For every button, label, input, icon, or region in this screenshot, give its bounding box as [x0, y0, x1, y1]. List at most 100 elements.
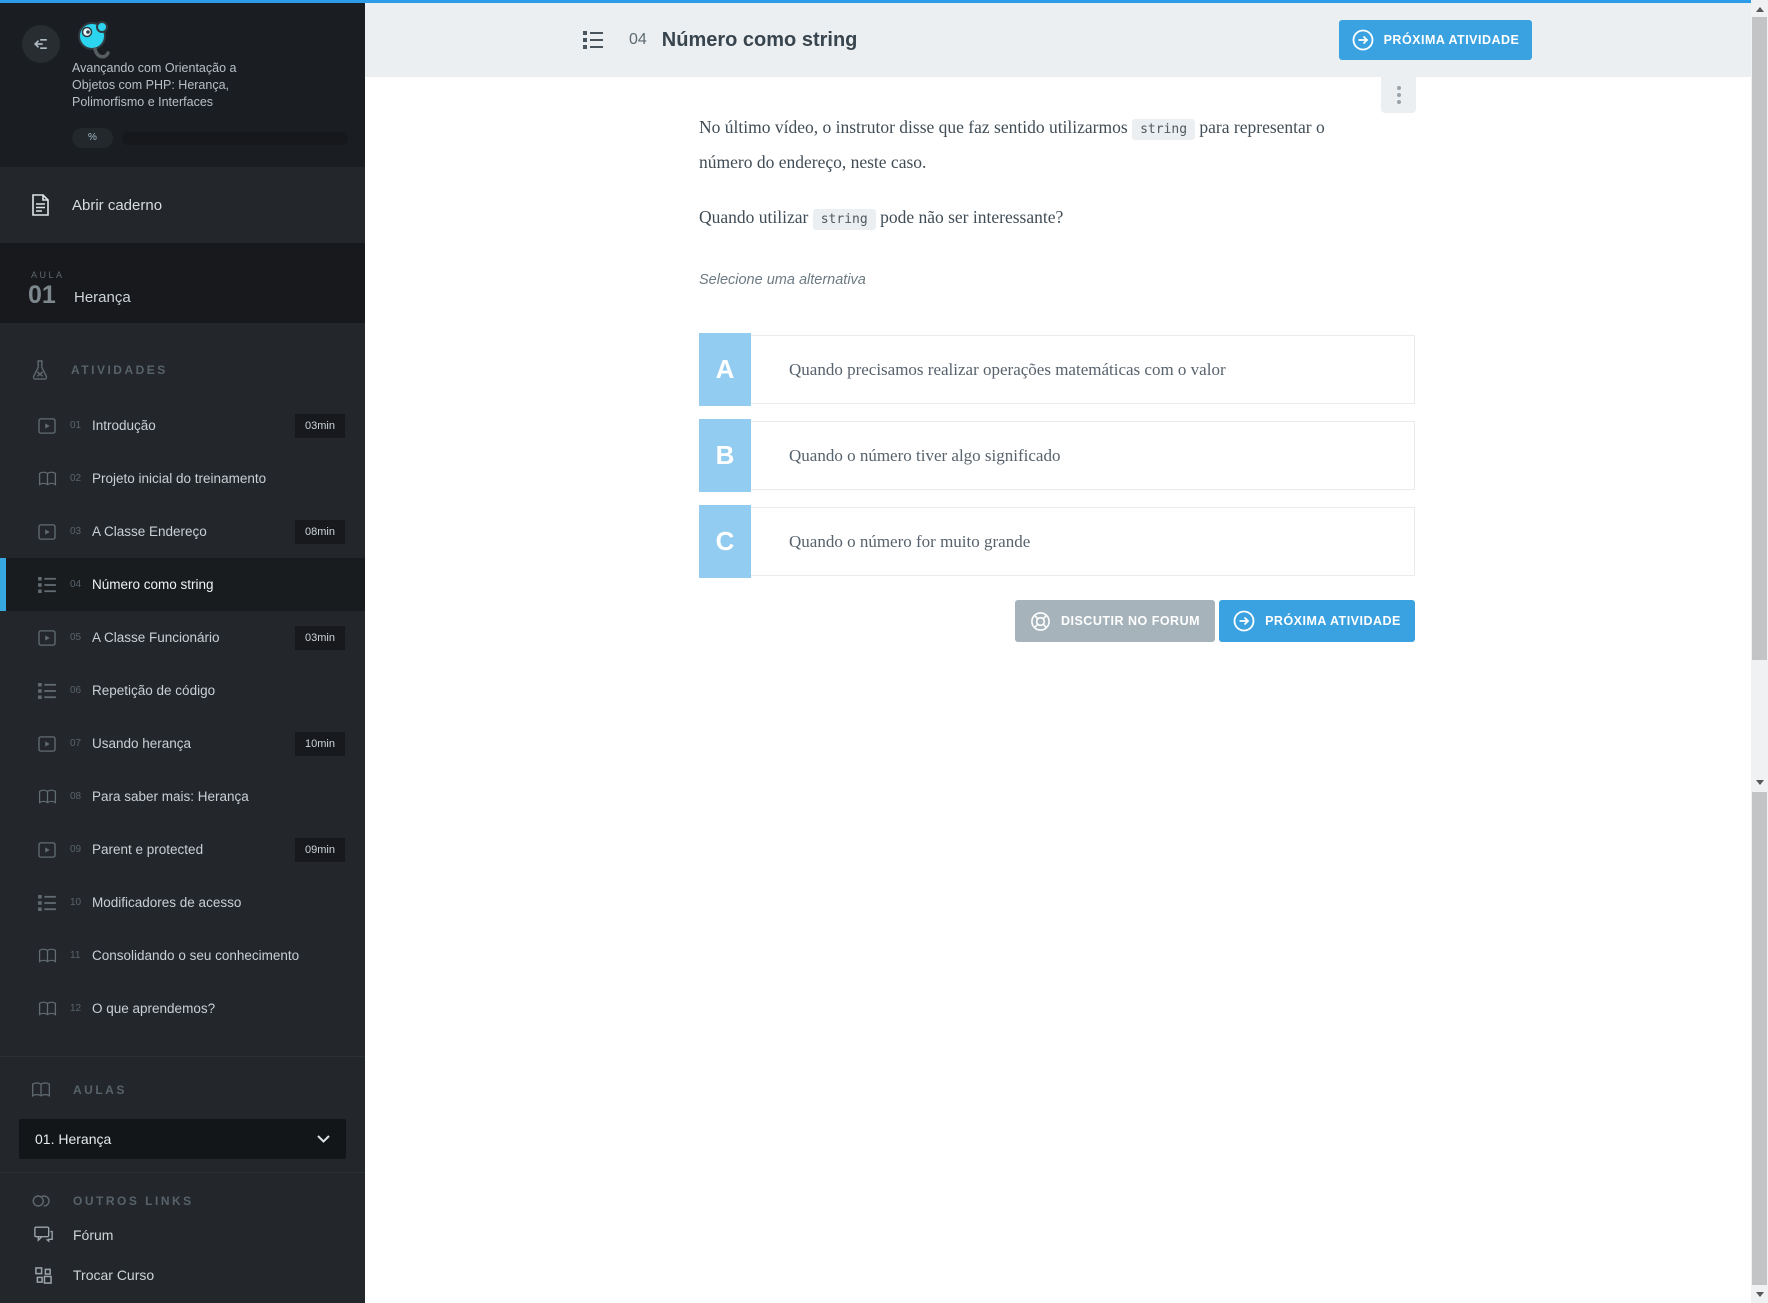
activity-item[interactable]: 08 Para saber mais: Herança [0, 770, 365, 823]
course-sidebar: Avançando com Orientação a Objetos com P… [0, 0, 365, 1303]
next-activity-label: PRÓXIMA ATIVIDADE [1265, 614, 1401, 628]
activities-header-label: ATIVIDADES [71, 363, 168, 377]
activity-item[interactable]: 02 Projeto inicial do treinamento [0, 452, 365, 505]
chat-icon [33, 1226, 53, 1244]
question-paragraph-2: Quando utilizar string pode não ser inte… [699, 201, 1361, 236]
grid-icon [34, 1266, 52, 1284]
list-icon [38, 894, 56, 911]
progress-bar [122, 132, 348, 145]
activity-label: Consolidando o seu conhecimento [92, 948, 300, 963]
scroll-up-arrow[interactable] [1751, 1, 1768, 17]
activity-label: Repetição de código [92, 683, 216, 698]
list-icon [37, 894, 57, 911]
question-actions: DISCUTIR NO FORUM PRÓXIMA ATIVIDADE [699, 600, 1415, 642]
current-lesson-block[interactable]: AULA 01 Herança [0, 243, 365, 323]
course-title: Avançando com Orientação a Objetos com P… [72, 61, 237, 109]
activity-label: Número como string [92, 577, 214, 592]
activity-number: 01 [70, 420, 82, 431]
book-icon [37, 1001, 57, 1017]
alternative-letter: A [699, 333, 751, 406]
alternative-text: Quando precisamos realizar operações mat… [751, 335, 1415, 404]
question-paragraph-1: No último vídeo, o instrutor disse que f… [699, 117, 1325, 172]
lesson-number: 01 [28, 281, 56, 309]
activity-number: 09 [70, 844, 82, 855]
sidebar-link[interactable]: Trocar Curso [0, 1259, 365, 1291]
activity-item[interactable]: 01 Introdução 03min [0, 399, 365, 452]
activity-number: 07 [70, 738, 82, 749]
video-icon [37, 417, 57, 434]
alternative-option[interactable]: C Quando o número for muito grande [699, 505, 1415, 578]
book-icon [38, 948, 56, 963]
question-column: No último vídeo, o instrutor disse que f… [699, 77, 1415, 642]
video-icon [37, 629, 57, 646]
flask-icon [31, 359, 49, 381]
activity-number: 05 [70, 632, 82, 643]
activity-item[interactable]: 10 Modificadores de acesso [0, 876, 365, 929]
next-activity-button-bottom[interactable]: PRÓXIMA ATIVIDADE [1219, 600, 1415, 642]
progress-percent-badge: % [72, 128, 113, 148]
collapse-arrow-icon [33, 39, 47, 49]
quiz-list-icon [583, 31, 603, 49]
activity-item-active[interactable]: 04 Número como string [0, 558, 365, 611]
scroll-down-arrow-bottom[interactable] [1751, 1286, 1768, 1302]
lesson-title: Herança [74, 289, 131, 306]
activity-label: Parent e protected [92, 842, 204, 857]
document-icon [31, 194, 50, 216]
next-activity-label: PRÓXIMA ATIVIDADE [1383, 33, 1520, 47]
other-links-header: OUTROS LINKS [0, 1173, 365, 1211]
other-links-section: OUTROS LINKS Fórum Trocar Curso [0, 1172, 365, 1303]
inline-code-string: string [812, 209, 876, 230]
list-icon [38, 682, 56, 699]
sidebar-link[interactable]: Fórum [0, 1219, 365, 1251]
open-notebook-button[interactable]: Abrir caderno [0, 167, 365, 243]
activity-number: 12 [70, 1003, 82, 1014]
select-alternative-hint: Selecione uma alternativa [699, 272, 866, 288]
discuss-forum-label: DISCUTIR NO FORUM [1060, 614, 1201, 628]
activity-number: 04 [70, 579, 82, 590]
activity-item[interactable]: 06 Repetição de código [0, 664, 365, 717]
activity-number: 11 [70, 950, 81, 961]
activity-item[interactable]: 11 Consolidando o seu conhecimento [0, 929, 365, 982]
alternative-option[interactable]: A Quando precisamos realizar operações m… [699, 333, 1415, 406]
course-progress: % [72, 128, 352, 148]
scroll-down-arrow-inner[interactable] [1751, 774, 1768, 790]
video-icon [37, 735, 57, 752]
chevron-down-icon [317, 1135, 330, 1143]
collapse-sidebar-button[interactable] [22, 25, 60, 63]
activity-item[interactable]: 09 Parent e protected 09min [0, 823, 365, 876]
activity-duration-badge: 03min [295, 413, 345, 438]
scrollbar-thumb-upper[interactable] [1752, 17, 1767, 660]
book-icon [38, 789, 56, 804]
sidebar-link-label: Fórum [73, 1227, 114, 1243]
notebook-label: Abrir caderno [72, 196, 163, 214]
book-icon [37, 948, 57, 964]
video-icon [37, 841, 57, 858]
activity-number: 04 [629, 31, 647, 48]
vertical-scrollbar[interactable] [1751, 0, 1768, 1303]
video-icon [38, 629, 56, 646]
top-accent-line [0, 0, 1751, 3]
activity-item[interactable]: 07 Usando herança 10min [0, 717, 365, 770]
next-activity-button-top[interactable]: PRÓXIMA ATIVIDADE [1339, 20, 1532, 60]
scrollbar-thumb-lower[interactable] [1752, 792, 1767, 1285]
aulas-section-header: AULAS [0, 1057, 365, 1099]
activity-item[interactable]: 05 A Classe Funcionário 03min [0, 611, 365, 664]
alternative-text: Quando o número for muito grande [751, 507, 1415, 576]
activity-duration-badge: 08min [295, 519, 345, 544]
inline-code-string: string [1132, 119, 1196, 140]
video-icon [37, 523, 57, 540]
activity-label: Para saber mais: Herança [92, 789, 249, 804]
other-links-label: OUTROS LINKS [73, 1194, 194, 1208]
book-icon [37, 471, 57, 487]
activity-item[interactable]: 12 O que aprendemos? [0, 982, 365, 1035]
activity-label: O que aprendemos? [92, 1001, 216, 1016]
discuss-forum-button[interactable]: DISCUTIR NO FORUM [1015, 600, 1215, 642]
activity-item[interactable]: 03 A Classe Endereço 08min [0, 505, 365, 558]
chat-icon [33, 1226, 53, 1243]
activity-label: Modificadores de acesso [92, 895, 242, 910]
activity-duration-badge: 03min [295, 625, 345, 650]
arrow-right-circle-icon [1233, 610, 1255, 632]
lesson-select-dropdown[interactable]: 01. Herança [19, 1119, 346, 1159]
alternative-option[interactable]: B Quando o número tiver algo significado [699, 419, 1415, 492]
activity-label: A Classe Funcionário [92, 630, 220, 645]
